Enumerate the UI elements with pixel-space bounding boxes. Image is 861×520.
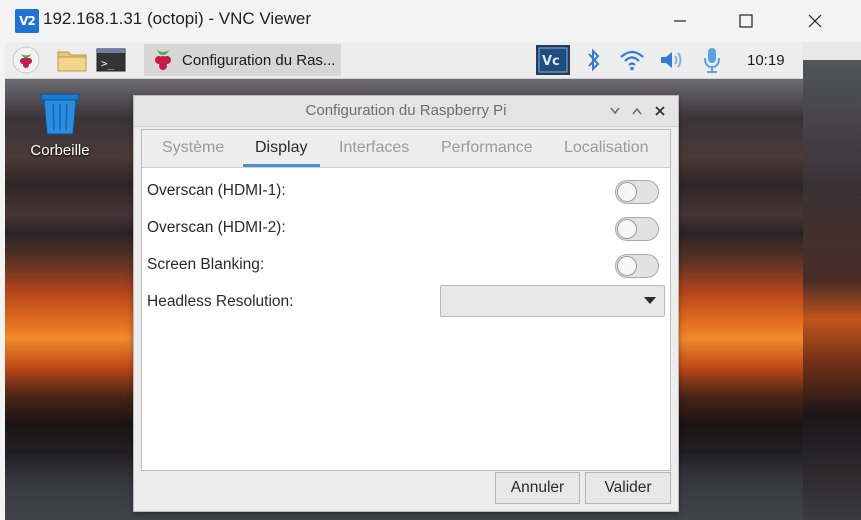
tab-display[interactable]: Display <box>255 139 307 157</box>
dialog-minimize-button[interactable] <box>606 102 624 120</box>
active-tab-indicator <box>243 164 320 167</box>
dialog-maximize-button[interactable] <box>628 102 646 120</box>
raspberry-icon <box>155 50 171 70</box>
wifi-icon <box>620 50 644 71</box>
screen-blanking-toggle[interactable] <box>615 254 659 278</box>
svg-text:Vc: Vc <box>542 54 560 69</box>
file-manager-button[interactable] <box>57 46 87 74</box>
vnc-viewer-titlebar: V2 192.168.1.31 (octopi) - VNC Viewer <box>0 0 861 42</box>
dialog-close-button[interactable] <box>651 102 669 120</box>
folder-icon <box>57 51 87 72</box>
chevron-down-icon <box>610 107 620 115</box>
wifi-button[interactable] <box>617 46 647 74</box>
minimize-icon <box>674 20 686 22</box>
dialog-title: Configuration du Raspberry Pi <box>305 102 507 119</box>
tab-interfaces[interactable]: Interfaces <box>339 139 409 157</box>
background-window-edge <box>803 42 861 520</box>
overscan-hdmi1-label: Overscan (HDMI-1): <box>147 182 286 199</box>
volume-button[interactable] <box>657 46 687 74</box>
headless-resolution-label: Headless Resolution: <box>147 293 294 310</box>
taskbar-item-label: Configuration du Ras... <box>182 51 336 69</box>
overscan-hdmi2-toggle[interactable] <box>615 217 659 241</box>
background-window-titlebar <box>803 42 861 60</box>
tab-bar: Système Display Interfaces Performance L… <box>142 130 670 168</box>
dropdown-arrow-icon <box>644 297 656 304</box>
toggle-knob <box>617 256 637 276</box>
headless-resolution-dropdown[interactable] <box>440 285 665 317</box>
terminal-icon: >_ <box>96 48 126 72</box>
tab-localisation[interactable]: Localisation <box>564 139 649 157</box>
dialog-titlebar[interactable]: Configuration du Raspberry Pi <box>134 96 678 127</box>
vnc-server-tray-button[interactable]: Vc <box>536 45 570 75</box>
clock: 10:19 <box>747 52 785 69</box>
chevron-up-icon <box>632 107 642 115</box>
taskbar-item-configuration[interactable]: Configuration du Ras... <box>144 44 341 76</box>
microphone-icon <box>704 48 720 73</box>
bluetooth-button[interactable] <box>579 46 609 74</box>
maximize-button[interactable] <box>714 0 778 42</box>
svg-text:>_: >_ <box>101 57 115 70</box>
close-icon <box>655 106 665 116</box>
overscan-hdmi1-toggle[interactable] <box>615 180 659 204</box>
vnc-viewer-logo-icon: V2 <box>15 9 39 33</box>
taskbar: >_ Configuration du Ras... Vc 10:19 <box>5 42 803 79</box>
terminal-button[interactable]: >_ <box>96 46 126 74</box>
desktop-icon-label: Corbeille <box>30 142 90 159</box>
toggle-knob <box>617 219 637 239</box>
close-button[interactable] <box>783 0 847 42</box>
overscan-hdmi2-label: Overscan (HDMI-2): <box>147 219 286 236</box>
validate-button[interactable]: Valider <box>585 472 671 504</box>
window-title: 192.168.1.31 (octopi) - VNC Viewer <box>43 9 312 28</box>
maximize-icon <box>739 14 753 28</box>
microphone-button[interactable] <box>697 46 727 74</box>
raspberry-menu-button[interactable] <box>11 46 41 74</box>
volume-icon <box>661 52 682 68</box>
bluetooth-icon <box>588 48 600 72</box>
raspberry-config-dialog: Configuration du Raspberry Pi Système Di… <box>133 95 679 512</box>
raspberry-icon <box>12 46 40 74</box>
cancel-button[interactable]: Annuler <box>495 472 580 504</box>
screen-blanking-label: Screen Blanking: <box>147 256 265 273</box>
tab-systeme[interactable]: Système <box>162 139 224 157</box>
desktop-icon-trash[interactable]: Corbeille <box>22 92 98 159</box>
trash-icon <box>40 93 80 135</box>
vnc-server-icon: Vc <box>538 47 568 73</box>
settings-notebook: Système Display Interfaces Performance L… <box>141 129 671 471</box>
tab-performance[interactable]: Performance <box>441 139 533 157</box>
toggle-knob <box>617 182 637 202</box>
minimize-button[interactable] <box>648 0 712 42</box>
close-icon <box>808 14 822 28</box>
